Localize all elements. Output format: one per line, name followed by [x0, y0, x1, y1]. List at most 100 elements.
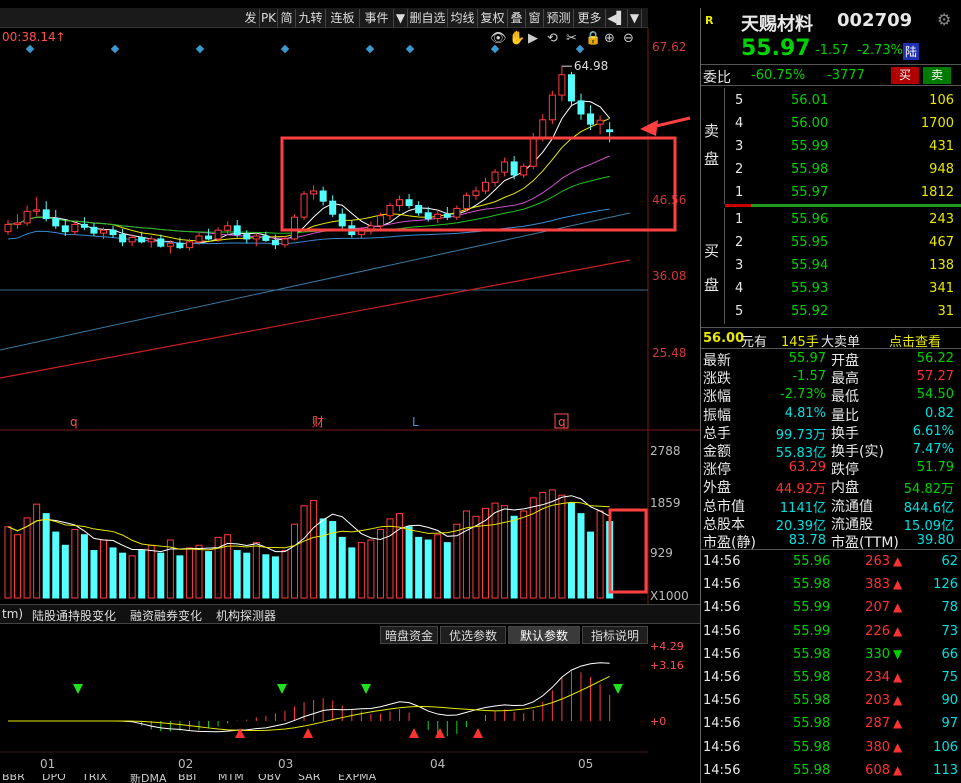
tick-time: 14:56 — [703, 623, 741, 639]
big-order-row: 56.00 元有 145手 大卖单 点击查看 — [701, 327, 961, 350]
big-order-view-link[interactable]: 点击查看 — [889, 331, 941, 350]
volume-bar — [558, 494, 566, 599]
toolbar-button-5[interactable]: 事件 — [360, 9, 394, 27]
chart-tool-icon[interactable]: ⊖ — [623, 31, 634, 46]
toolbar-button-10[interactable]: 叠 — [508, 9, 526, 27]
chart-tool-icon[interactable]: ✂ — [566, 31, 577, 46]
buy-order-row: 5 55.92 31 — [701, 301, 961, 323]
macd-axis-label: +4.29 — [650, 640, 684, 653]
default-params-button[interactable]: 默认参数 — [508, 626, 580, 644]
stat-row: 总市值 1141亿 流通值 844.6亿 — [701, 496, 961, 516]
bottom-tab-6[interactable]: OBV — [258, 774, 281, 783]
bottom-tab-8[interactable]: EXPMA — [338, 774, 376, 783]
kline-chart-area[interactable]: 00:38.14↑ 67.62 46.56 36.08 25.48 👁 ✋ ▶ ⟲ ✂ 🔒 ⊕ ⊖ 64.… — [0, 28, 700, 783]
volume-bar — [510, 515, 518, 599]
tick-volume: 287 — [865, 716, 890, 732]
tick-row: 14:56 55.99 207 ▲ 78 — [701, 597, 961, 619]
bottom-tab-0[interactable]: BBR — [2, 774, 25, 783]
dark-pool-button[interactable]: 暗盘资金 — [380, 626, 438, 644]
bottom-tab-2[interactable]: TRIX — [82, 774, 107, 783]
gear-icon[interactable]: ⚙ — [937, 10, 951, 29]
candle-body — [501, 161, 509, 173]
volume-bar — [577, 513, 585, 599]
chart-tool-icon[interactable]: 🔒 — [585, 31, 601, 46]
order-volume: 1812 — [920, 185, 954, 200]
toolbar-button-4[interactable]: 连板 — [326, 9, 360, 27]
arrow-up-icon: ▲ — [893, 693, 903, 708]
candle-body — [319, 190, 327, 202]
chart-tool-icon[interactable]: 👁 — [490, 31, 507, 46]
tick-count: 75 — [941, 670, 958, 685]
indicator-tab-hk-holdings[interactable]: 陆股通持股变化 — [32, 607, 116, 624]
stat-value: 83.78 — [788, 533, 826, 548]
order-volume: 243 — [929, 212, 954, 227]
chart-tool-icon[interactable]: ⟲ — [547, 31, 558, 46]
volume-bar — [424, 539, 432, 599]
macd-axis-label: +0 — [650, 715, 666, 728]
price-change: -1.57 — [815, 43, 849, 58]
toolbar-button-9[interactable]: 复权 — [478, 9, 508, 27]
candle-body — [453, 207, 461, 218]
volume-ma-line — [7, 495, 610, 553]
ma5-line — [7, 100, 611, 245]
toolbar-button-12[interactable]: 预测 — [544, 9, 574, 27]
bottom-tab-7[interactable]: SAR — [298, 774, 320, 783]
tick-time: 14:56 — [703, 739, 741, 755]
toolbar-button-3[interactable]: 九转 — [296, 9, 326, 27]
sell-order-row: 1 55.97 1812 — [701, 182, 961, 204]
toolbar-button-13[interactable]: 更多 — [574, 9, 606, 27]
event-mark: q — [70, 415, 78, 429]
candle-body — [539, 119, 547, 138]
chart-tool-icon[interactable]: ▶ — [528, 31, 538, 46]
candle-body — [243, 234, 251, 240]
volume-bar — [71, 528, 79, 599]
indicator-tab-margin[interactable]: 融资融券变化 — [130, 607, 202, 624]
toolbar-button-11[interactable]: 窗 — [526, 9, 544, 27]
stat-value: 20.39亿 — [775, 518, 826, 534]
indicator-tab-institution[interactable]: 机构探测器 — [216, 607, 276, 624]
order-price: 55.96 — [791, 212, 829, 227]
stat-label: 最新 — [703, 353, 731, 369]
buy-button[interactable]: 买 — [891, 67, 919, 84]
event-diamond-icon — [575, 44, 585, 54]
volume-bar — [80, 534, 88, 599]
tick-price: 55.98 — [793, 670, 831, 685]
toolbar-button-8[interactable]: 均线 — [448, 9, 478, 27]
order-volume: 138 — [929, 258, 954, 273]
toolbar-button-2[interactable]: 简 — [278, 9, 296, 27]
bottom-tab-3[interactable]: 新DMA — [130, 774, 167, 783]
indicator-tab-bar: tm) 陆股通持股变化 融资融券变化 机构探测器 — [0, 604, 700, 624]
chart-tool-icon[interactable]: ✋ — [509, 30, 525, 46]
candle-body — [281, 238, 289, 246]
chart-header-text: 00:38.14↑ — [2, 30, 66, 44]
stat-row: 最新 55.97 开盘 56.22 — [701, 350, 961, 369]
tick-count: 106 — [933, 739, 958, 755]
toolbar-button-15[interactable]: ▼ — [628, 9, 642, 27]
candle-body — [443, 213, 451, 218]
sell-order-row: 4 56.00 1700 — [701, 113, 961, 135]
order-volume: 467 — [929, 235, 954, 250]
price-change-pct: -2.73% — [857, 43, 903, 58]
bottom-tab-1[interactable]: DPO — [42, 774, 66, 783]
tick-price: 55.99 — [793, 623, 831, 639]
toolbar-button-0[interactable]: 发 — [242, 9, 260, 27]
stat-label: 最高 — [831, 371, 859, 388]
candle-body — [434, 213, 442, 220]
indicator-help-button[interactable]: 指标说明 — [582, 626, 648, 644]
stat-label: 流通值 — [831, 498, 873, 515]
toolbar-button-7[interactable]: 删自选 — [408, 9, 448, 27]
chart-tool-icon[interactable]: ⊕ — [604, 31, 615, 46]
volume-bar — [33, 503, 41, 599]
candle-body — [100, 229, 107, 234]
toolbar-button-14[interactable]: ◀▌ — [606, 9, 628, 27]
bottom-tab-4[interactable]: BBI — [178, 774, 196, 783]
toolbar-button-6[interactable]: ▼ — [394, 9, 408, 27]
bottom-tab-5[interactable]: MTM — [218, 774, 244, 783]
indicator-tab-0[interactable]: tm) — [2, 607, 23, 621]
order-level: 2 — [735, 235, 744, 250]
kline-chart-svg[interactable]: 00:38.14↑ 67.62 46.56 36.08 25.48 👁 ✋ ▶ ⟲ ✂ 🔒 ⊕ ⊖ 64.… — [0, 28, 700, 783]
toolbar-button-1[interactable]: PK — [260, 9, 278, 27]
optimized-params-button[interactable]: 优选参数 — [440, 626, 506, 644]
candle-body — [396, 199, 404, 207]
sell-button[interactable]: 卖 — [923, 67, 951, 84]
